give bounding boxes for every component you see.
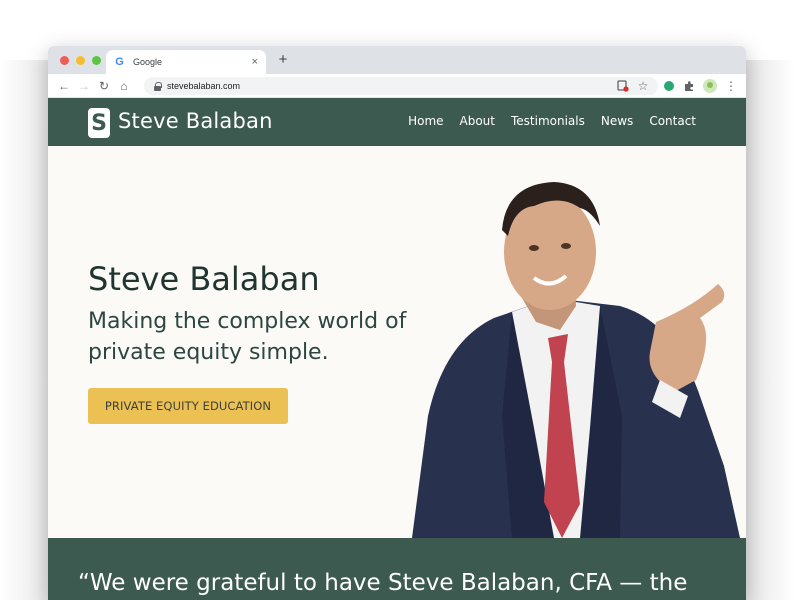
hero-section: Steve Balaban Making the complex world o… (48, 146, 746, 538)
backdrop-shadow-left (0, 60, 48, 600)
bookmark-star-icon[interactable]: ☆ (636, 79, 650, 93)
extensions-puzzle-icon[interactable] (682, 79, 696, 93)
minimize-window-button[interactable] (76, 56, 85, 65)
blocked-popup-icon[interactable] (616, 79, 630, 93)
menu-kebab-icon[interactable]: ⋮ (724, 79, 738, 93)
tab-close-icon[interactable]: × (252, 56, 258, 68)
maximize-window-button[interactable] (92, 56, 101, 65)
site-logo-icon[interactable]: S (88, 108, 110, 138)
url-text: stevebalaban.com (167, 81, 241, 91)
nav-link-contact[interactable]: Contact (649, 114, 696, 128)
private-equity-education-button[interactable]: PRIVATE EQUITY EDUCATION (88, 388, 288, 424)
backdrop-shadow-right (746, 60, 800, 600)
address-bar[interactable]: stevebalaban.com (144, 77, 658, 95)
close-window-button[interactable] (60, 56, 69, 65)
nav-link-testimonials[interactable]: Testimonials (511, 114, 585, 128)
hero-portrait-image (412, 182, 740, 538)
hero-subtitle: Making the complex world of private equi… (88, 309, 407, 365)
browser-toolbar: ← → ↻ ⌂ stevebalaban.com ☆ ⋮ (48, 74, 746, 98)
extension-leaf-icon[interactable] (662, 79, 676, 93)
nav-link-about[interactable]: About (460, 114, 495, 128)
testimonial-quote-band: “We were grateful to have Steve Balaban,… (48, 538, 746, 600)
testimonial-quote-text: “We were grateful to have Steve Balaban,… (78, 570, 688, 596)
hero-title: Steve Balaban (88, 260, 320, 298)
lock-icon[interactable] (154, 82, 162, 91)
nav-link-home[interactable]: Home (408, 114, 443, 128)
tab-strip: G Google × + (48, 46, 746, 74)
profile-avatar-icon[interactable] (703, 79, 717, 93)
new-tab-button[interactable]: + (274, 51, 292, 69)
back-arrow-icon[interactable]: ← (56, 78, 72, 94)
window-controls (60, 56, 101, 65)
site-header: S Steve Balaban Home About Testimonials … (48, 98, 746, 146)
tab-title: Google (133, 57, 163, 67)
brand-name[interactable]: Steve Balaban (118, 109, 273, 133)
google-g-icon: G (115, 56, 124, 68)
site-nav: Home About Testimonials News Contact (408, 114, 696, 128)
browser-window: G Google × + ← → ↻ ⌂ stevebalaban.com ☆ … (48, 46, 746, 600)
tab-google[interactable]: G Google × (106, 50, 266, 74)
home-icon[interactable]: ⌂ (116, 78, 132, 94)
nav-link-news[interactable]: News (601, 114, 633, 128)
reload-icon[interactable]: ↻ (96, 78, 112, 94)
forward-arrow-icon[interactable]: → (76, 78, 92, 94)
